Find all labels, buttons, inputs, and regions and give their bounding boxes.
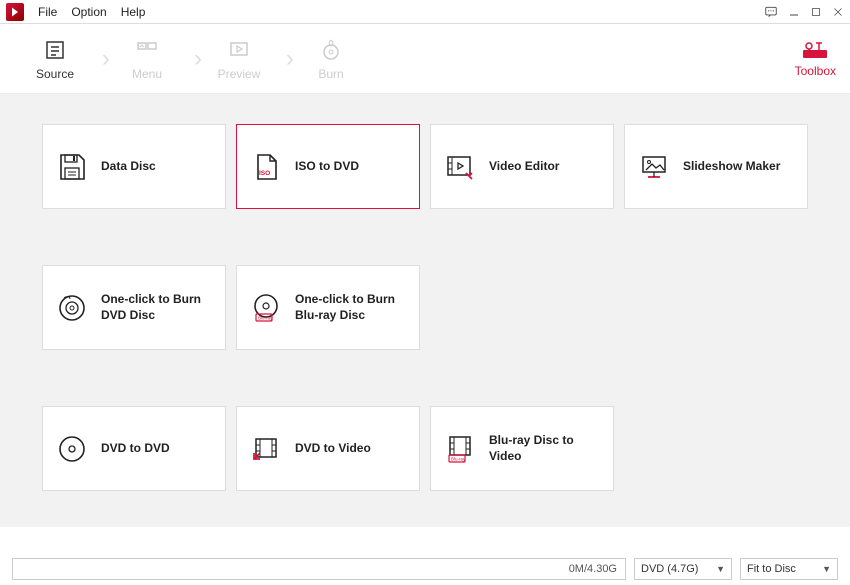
card-label: Blu-ray Disc to Video bbox=[489, 433, 601, 464]
card-slideshow-maker[interactable]: Slideshow Maker bbox=[624, 124, 808, 209]
menu-step-icon bbox=[134, 37, 160, 63]
fit-dropdown[interactable]: Fit to Disc ▼ bbox=[740, 558, 838, 580]
step-separator-icon: › bbox=[194, 45, 202, 73]
card-label: One-click to Burn Blu-ray Disc bbox=[295, 292, 407, 323]
card-bluray-to-video[interactable]: Blu-ray Blu-ray Disc to Video bbox=[430, 406, 614, 491]
step-burn-label: Burn bbox=[318, 67, 343, 81]
chevron-down-icon: ▼ bbox=[716, 564, 725, 574]
card-oneclick-bluray[interactable]: Blu-ray One-click to Burn Blu-ray Disc bbox=[236, 265, 420, 350]
workspace: Data Disc ISO ISO to DVD Video Editor Sl… bbox=[0, 94, 850, 527]
card-iso-to-dvd[interactable]: ISO ISO to DVD bbox=[236, 124, 420, 209]
minimize-icon[interactable] bbox=[788, 6, 800, 18]
fit-value: Fit to Disc bbox=[747, 563, 796, 575]
step-separator-icon: › bbox=[286, 45, 294, 73]
toolbox-button[interactable]: Toolbox bbox=[795, 40, 836, 78]
step-menu-label: Menu bbox=[132, 67, 162, 81]
bluray-burn-icon: Blu-ray bbox=[249, 291, 283, 325]
stepbar: Source › Menu › Preview › Burn Toolbox bbox=[0, 24, 850, 94]
maximize-icon[interactable] bbox=[810, 6, 822, 18]
floppy-disk-icon bbox=[55, 150, 89, 184]
slideshow-icon bbox=[637, 150, 671, 184]
chevron-down-icon: ▼ bbox=[822, 564, 831, 574]
step-preview-label: Preview bbox=[218, 67, 261, 81]
card-data-disc[interactable]: Data Disc bbox=[42, 124, 226, 209]
film-export-icon bbox=[249, 432, 283, 466]
disc-icon bbox=[55, 432, 89, 466]
disc-burn-icon bbox=[55, 291, 89, 325]
menu-option[interactable]: Option bbox=[71, 5, 106, 19]
card-oneclick-dvd[interactable]: One-click to Burn DVD Disc bbox=[42, 265, 226, 350]
film-edit-icon bbox=[443, 150, 477, 184]
svg-text:Blu-ray: Blu-ray bbox=[451, 456, 466, 461]
card-label: One-click to Burn DVD Disc bbox=[101, 292, 213, 323]
card-label: DVD to Video bbox=[295, 441, 371, 457]
bluray-export-icon: Blu-ray bbox=[443, 432, 477, 466]
step-separator-icon: › bbox=[102, 45, 110, 73]
window-controls bbox=[764, 5, 844, 19]
card-label: DVD to DVD bbox=[101, 441, 170, 457]
step-preview: Preview bbox=[204, 29, 274, 89]
disc-type-value: DVD (4.7G) bbox=[641, 563, 698, 575]
card-dvd-to-video[interactable]: DVD to Video bbox=[236, 406, 420, 491]
step-menu: Menu bbox=[112, 29, 182, 89]
source-step-icon bbox=[42, 37, 68, 63]
step-burn: Burn bbox=[296, 29, 366, 89]
step-source[interactable]: Source bbox=[20, 29, 90, 89]
card-label: ISO to DVD bbox=[295, 159, 359, 175]
progress-text: 0M/4.30G bbox=[569, 563, 617, 575]
iso-file-icon: ISO bbox=[249, 150, 283, 184]
card-label: Video Editor bbox=[489, 159, 559, 175]
close-icon[interactable] bbox=[832, 6, 844, 18]
svg-text:Blu-ray: Blu-ray bbox=[258, 315, 273, 320]
menu-help[interactable]: Help bbox=[121, 5, 146, 19]
app-logo-icon bbox=[6, 3, 24, 21]
card-video-editor[interactable]: Video Editor bbox=[430, 124, 614, 209]
statusbar: 0M/4.30G DVD (4.7G) ▼ Fit to Disc ▼ bbox=[12, 553, 838, 585]
burn-step-icon bbox=[318, 37, 344, 63]
card-label: Data Disc bbox=[101, 159, 156, 175]
feedback-icon[interactable] bbox=[764, 5, 778, 19]
card-dvd-to-dvd[interactable]: DVD to DVD bbox=[42, 406, 226, 491]
titlebar: File Option Help bbox=[0, 0, 850, 24]
toolbox-icon bbox=[801, 40, 829, 60]
preview-step-icon bbox=[226, 37, 252, 63]
step-source-label: Source bbox=[36, 67, 74, 81]
svg-text:ISO: ISO bbox=[259, 170, 270, 177]
menu-file[interactable]: File bbox=[38, 5, 57, 19]
progress-bar: 0M/4.30G bbox=[12, 558, 626, 580]
card-label: Slideshow Maker bbox=[683, 159, 780, 175]
toolbox-label: Toolbox bbox=[795, 64, 836, 78]
disc-type-dropdown[interactable]: DVD (4.7G) ▼ bbox=[634, 558, 732, 580]
